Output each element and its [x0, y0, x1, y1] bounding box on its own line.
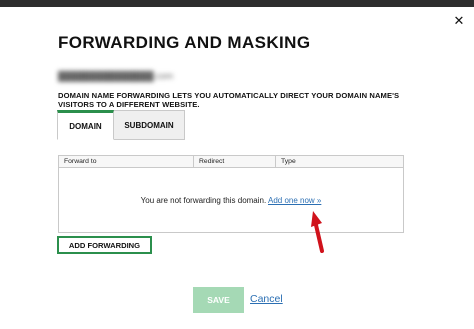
close-icon[interactable]: ✕ — [452, 15, 466, 29]
add-forwarding-button[interactable]: ADD FORWARDING — [57, 236, 152, 254]
column-header-type: Type — [275, 156, 405, 167]
tab-subdomain[interactable]: SUBDOMAIN — [114, 110, 185, 140]
domain-name: ███████████████.com — [58, 71, 174, 81]
forwarding-description: DOMAIN NAME FORWARDING LETS YOU AUTOMATI… — [58, 91, 400, 109]
tab-bar: DOMAIN SUBDOMAIN — [57, 110, 185, 140]
tab-domain[interactable]: DOMAIN — [57, 110, 114, 140]
cancel-link[interactable]: Cancel — [250, 293, 283, 305]
column-header-redirect: Redirect — [193, 156, 275, 167]
add-one-now-link[interactable]: Add one now » — [268, 196, 321, 205]
dialog-title: FORWARDING AND MASKING — [58, 33, 311, 52]
forwarding-table: Forward to Redirect Type You are not for… — [58, 155, 404, 233]
empty-state: You are not forwarding this domain. Add … — [59, 196, 403, 205]
top-strip — [0, 0, 474, 7]
column-header-forward-to: Forward to — [64, 158, 97, 165]
save-button[interactable]: SAVE — [193, 287, 244, 313]
table-header: Forward to Redirect Type — [59, 156, 403, 168]
empty-state-message: You are not forwarding this domain. — [140, 196, 267, 205]
